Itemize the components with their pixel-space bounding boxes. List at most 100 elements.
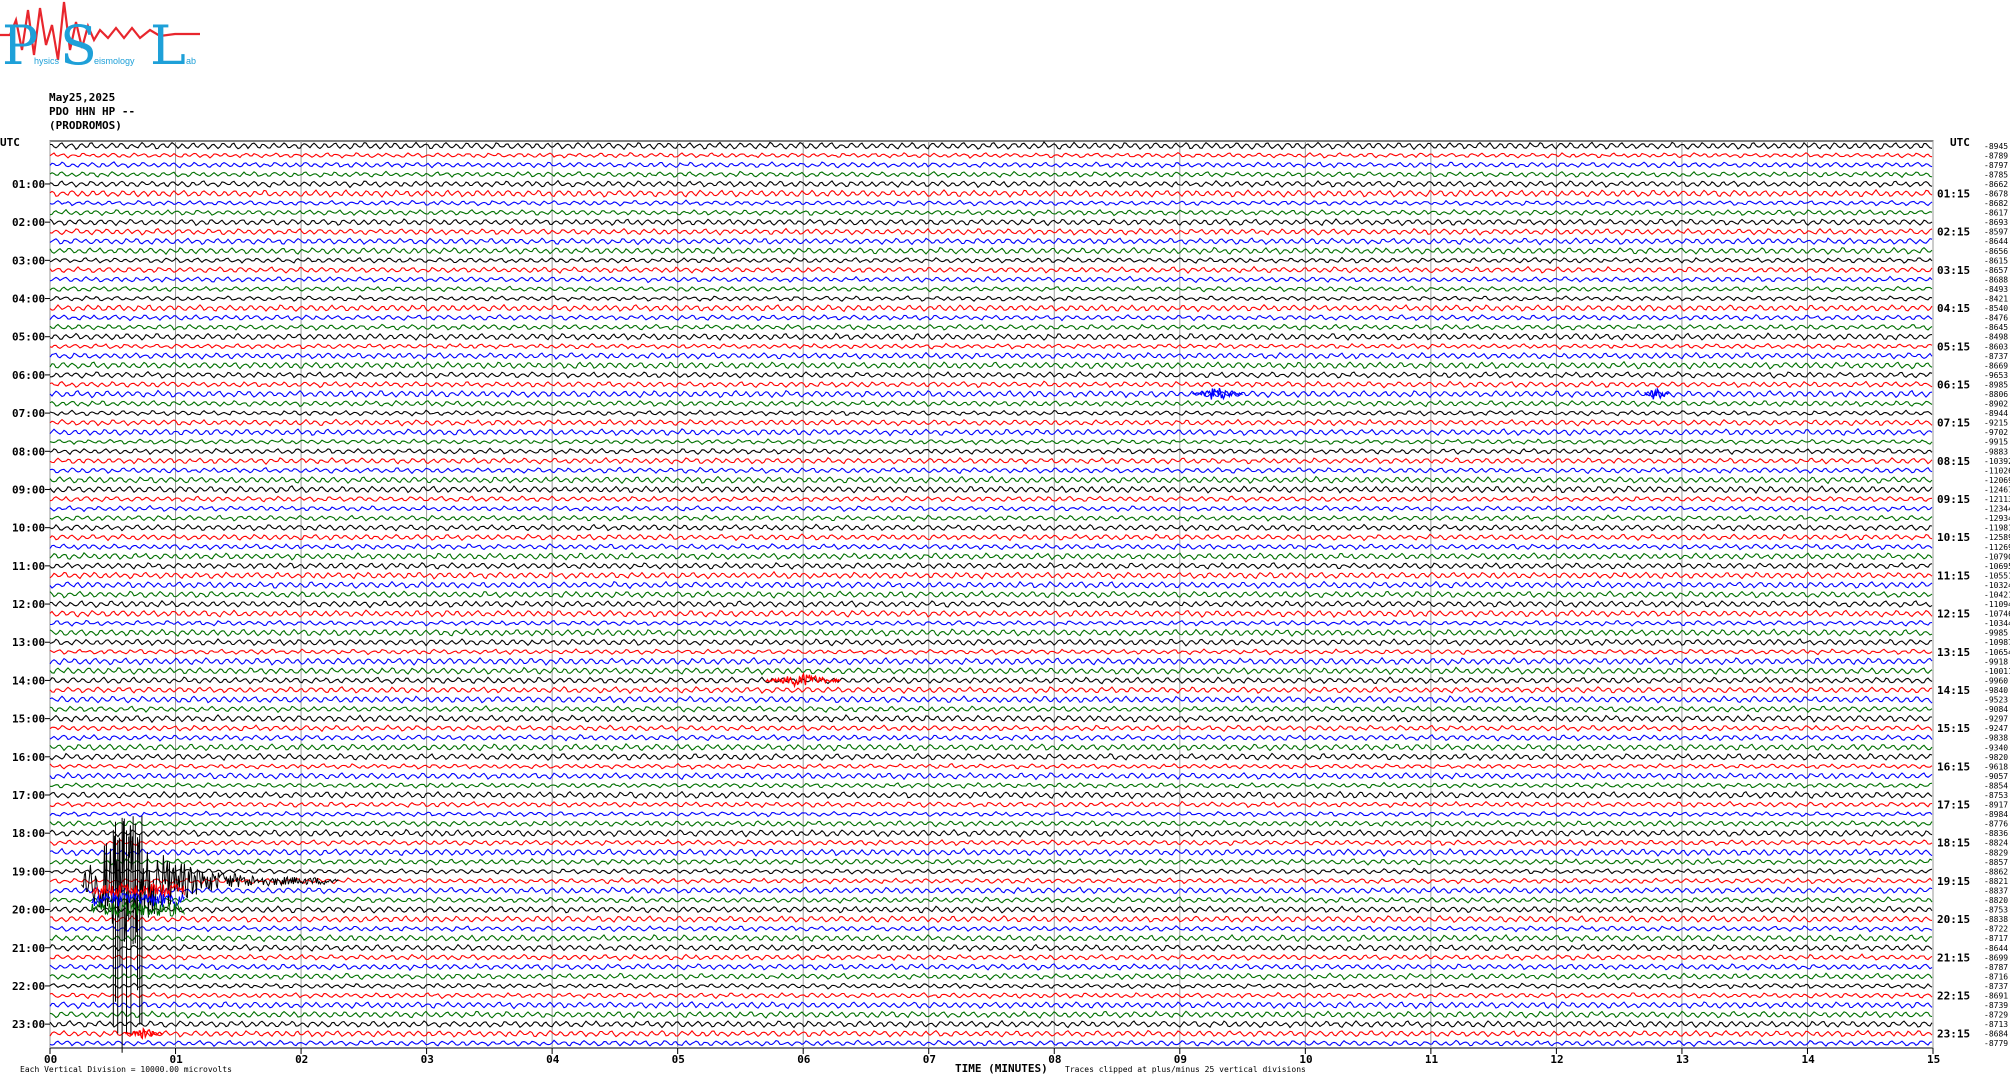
trace-line [49, 972, 1933, 981]
trace-offset-label: -9915 [1984, 438, 2008, 447]
trace-offset-label: -8806 [1984, 390, 2008, 399]
trace-line [49, 915, 1933, 924]
trace-line [49, 933, 1932, 943]
trace-line [49, 590, 1933, 599]
trace-offset-label: -8603 [1984, 342, 2008, 351]
trace-line [49, 237, 1933, 246]
right-hour-label: 12:15 [1937, 608, 1970, 621]
trace-offset-label: -9340 [1984, 743, 2008, 752]
x-tick-label: 03 [421, 1053, 434, 1066]
left-hour-label: 17:00 [12, 789, 45, 802]
trace-line [49, 484, 1933, 494]
trace-line [49, 599, 1933, 609]
trace-line [49, 543, 1933, 551]
right-hour-label: 06:15 [1937, 378, 1970, 391]
trace-line [49, 313, 1933, 322]
left-hour-label: 08:00 [12, 445, 45, 458]
left-axis-title: UTC [0, 136, 20, 149]
trace-offset-label: -8421 [1984, 295, 2008, 304]
right-hour-label: 16:15 [1937, 760, 1970, 773]
right-hour-label: 15:15 [1937, 722, 1970, 735]
trace-offset-label: -12934 [1984, 514, 2010, 523]
left-hour-label: 10:00 [12, 522, 45, 535]
trace-offset-label: -11981 [1984, 524, 2010, 533]
trace-offset-label: -8656 [1984, 247, 2008, 256]
trace-line [49, 580, 1933, 590]
trace-line [49, 427, 1933, 437]
trace-offset-label: -8688 [1984, 275, 2008, 284]
trace-offset-label: -9653 [1984, 371, 2008, 380]
trace-offset-label: -8857 [1984, 858, 2008, 867]
trace-line [49, 648, 1933, 656]
trace-offset-label: -12069 [1984, 476, 2010, 485]
trace-offset-label: -8662 [1984, 180, 2008, 189]
right-hour-label: 23:15 [1937, 1028, 1970, 1041]
trace-offset-label: -8753 [1984, 906, 2008, 915]
right-hour-label: 18:15 [1937, 837, 1970, 850]
x-tick-label: 11 [1425, 1053, 1439, 1066]
trace-offset-label: -12589 [1984, 533, 2010, 542]
trace-line [49, 1019, 1933, 1029]
trace-offset-label: -9297 [1984, 715, 2008, 724]
left-hour-label: 19:00 [12, 865, 45, 878]
x-tick-label: 02 [295, 1053, 308, 1066]
trace-line [49, 828, 1933, 838]
left-hour-label: 02:00 [12, 216, 45, 229]
trace-line [49, 905, 1933, 914]
left-hour-label: 09:00 [12, 483, 45, 496]
right-hour-label: 14:15 [1937, 684, 1970, 697]
trace-offset-label: -8684 [1984, 1030, 2008, 1039]
trace-offset-label: -8821 [1984, 877, 2008, 886]
trace-offset-label: -8476 [1984, 314, 2008, 323]
x-tick-label: 06 [797, 1053, 811, 1066]
trace-offset-label: -8753 [1984, 791, 2008, 800]
trace-line [49, 733, 1933, 742]
trace-offset-label: -8644 [1984, 237, 2008, 246]
trace-line [50, 371, 1933, 379]
trace-offset-label: -9985 [1984, 629, 2008, 638]
trace-line [49, 991, 1933, 1000]
trace-line [49, 790, 1933, 800]
trace-offset-label: -10421 [1984, 591, 2010, 600]
trace-offset-label: -9057 [1984, 772, 2008, 781]
trace-line [49, 810, 1933, 818]
trace-offset-label: -8678 [1984, 190, 2008, 199]
left-hour-label: 13:00 [12, 636, 45, 649]
trace-line [49, 1029, 1933, 1038]
x-tick-label: 14 [1801, 1053, 1815, 1066]
trace-line [49, 323, 1933, 331]
trace-line [49, 152, 1933, 159]
trace-line [49, 762, 1933, 770]
left-hour-label: 06:00 [12, 369, 45, 382]
trace-offset-label: -8493 [1984, 285, 2008, 294]
trace-line [49, 332, 1933, 341]
trace-offset-label: -8854 [1984, 781, 2008, 790]
trace-line [49, 504, 1933, 513]
left-hour-label: 16:00 [12, 751, 45, 764]
trace-line [49, 295, 1933, 302]
x-tick-label: 15 [1927, 1053, 1940, 1066]
trace-line [49, 438, 1933, 446]
trace-line [49, 466, 1933, 475]
trace-line [49, 638, 1933, 647]
x-tick-label: 12 [1550, 1053, 1563, 1066]
plot-border [49, 140, 1934, 1049]
trace-offset-label: -8737 [1984, 982, 2008, 991]
trace-offset-label: -10011 [1984, 667, 2010, 676]
trace-offset-label: -9247 [1984, 724, 2008, 733]
right-hour-label: 05:15 [1937, 340, 1970, 353]
trace-line [49, 227, 1933, 236]
trace-line [49, 714, 1932, 724]
trace-line [49, 781, 1933, 790]
trace-offset-label: -8985 [1984, 380, 2008, 389]
left-hour-label: 14:00 [12, 674, 45, 687]
right-hour-label: 08:15 [1937, 455, 1970, 468]
trace-line [49, 399, 1933, 408]
trace-offset-label: -8498 [1984, 333, 2008, 342]
trace-line [49, 752, 1933, 762]
trace-line [49, 161, 1933, 169]
trace-offset-label: -9523 [1984, 696, 2008, 705]
trace-offset-label: -8729 [1984, 1011, 2008, 1020]
trace-line [49, 800, 1933, 809]
trace-line [49, 523, 1933, 532]
